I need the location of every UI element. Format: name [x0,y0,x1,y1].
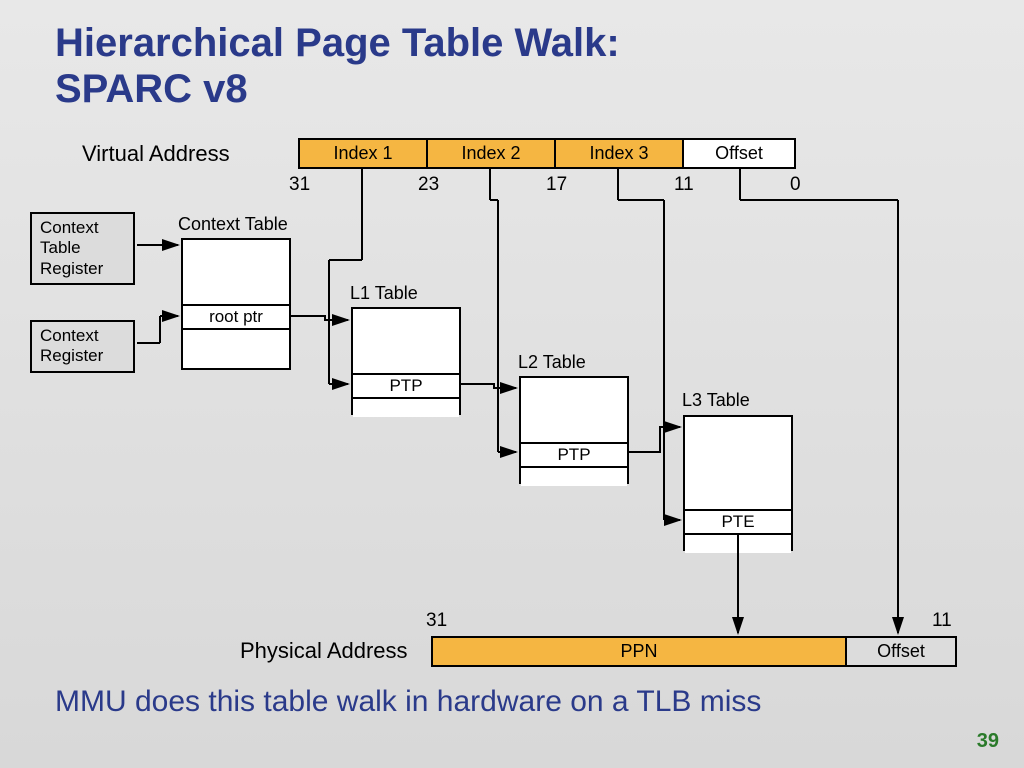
context-table-box: root ptr [181,238,291,370]
pa-offset: Offset [846,637,956,666]
physical-address-label: Physical Address [240,638,408,664]
l2-table-label: L2 Table [518,352,586,373]
pa-bit-31: 31 [426,610,447,632]
bit-31: 31 [289,174,310,196]
title-line-1: Hierarchical Page Table Walk: [55,21,620,65]
l3-table-box: PTE [683,415,793,551]
l3-table-label: L3 Table [682,390,750,411]
l1-table-box: PTP [351,307,461,415]
virtual-address-label: Virtual Address [82,141,230,167]
l2-table-box: PTP [519,376,629,484]
ctx-table-reg-text: ContextTableRegister [40,218,103,278]
pa-bit-11: 11 [932,610,952,632]
pa-ppn: PPN [432,637,846,666]
ctx-reg-text: ContextRegister [40,326,103,365]
va-index1: Index 1 [299,139,427,168]
l1-table-label: L1 Table [350,283,418,304]
root-ptr-cell: root ptr [183,304,289,328]
footer-caption: MMU does this table walk in hardware on … [55,685,761,719]
va-index3: Index 3 [555,139,683,168]
slide-title: Hierarchical Page Table Walk: SPARC v8 [55,20,620,112]
bit-23: 23 [418,174,439,196]
context-register: ContextRegister [30,320,135,373]
va-offset: Offset [683,139,795,168]
l1-ptp-cell: PTP [353,373,459,397]
bit-17: 17 [546,174,567,196]
bit-11: 11 [674,174,694,196]
l2-ptp-cell: PTP [521,442,627,466]
slide-number: 39 [977,730,999,753]
virtual-address-table: Index 1 Index 2 Index 3 Offset [298,138,796,169]
va-index2: Index 2 [427,139,555,168]
l3-pte-cell: PTE [685,509,791,533]
physical-address-table: PPN Offset [431,636,957,667]
context-table-register: ContextTableRegister [30,212,135,285]
context-table-label: Context Table [178,214,288,235]
bit-0: 0 [790,174,801,196]
title-line-2: SPARC v8 [55,67,248,111]
